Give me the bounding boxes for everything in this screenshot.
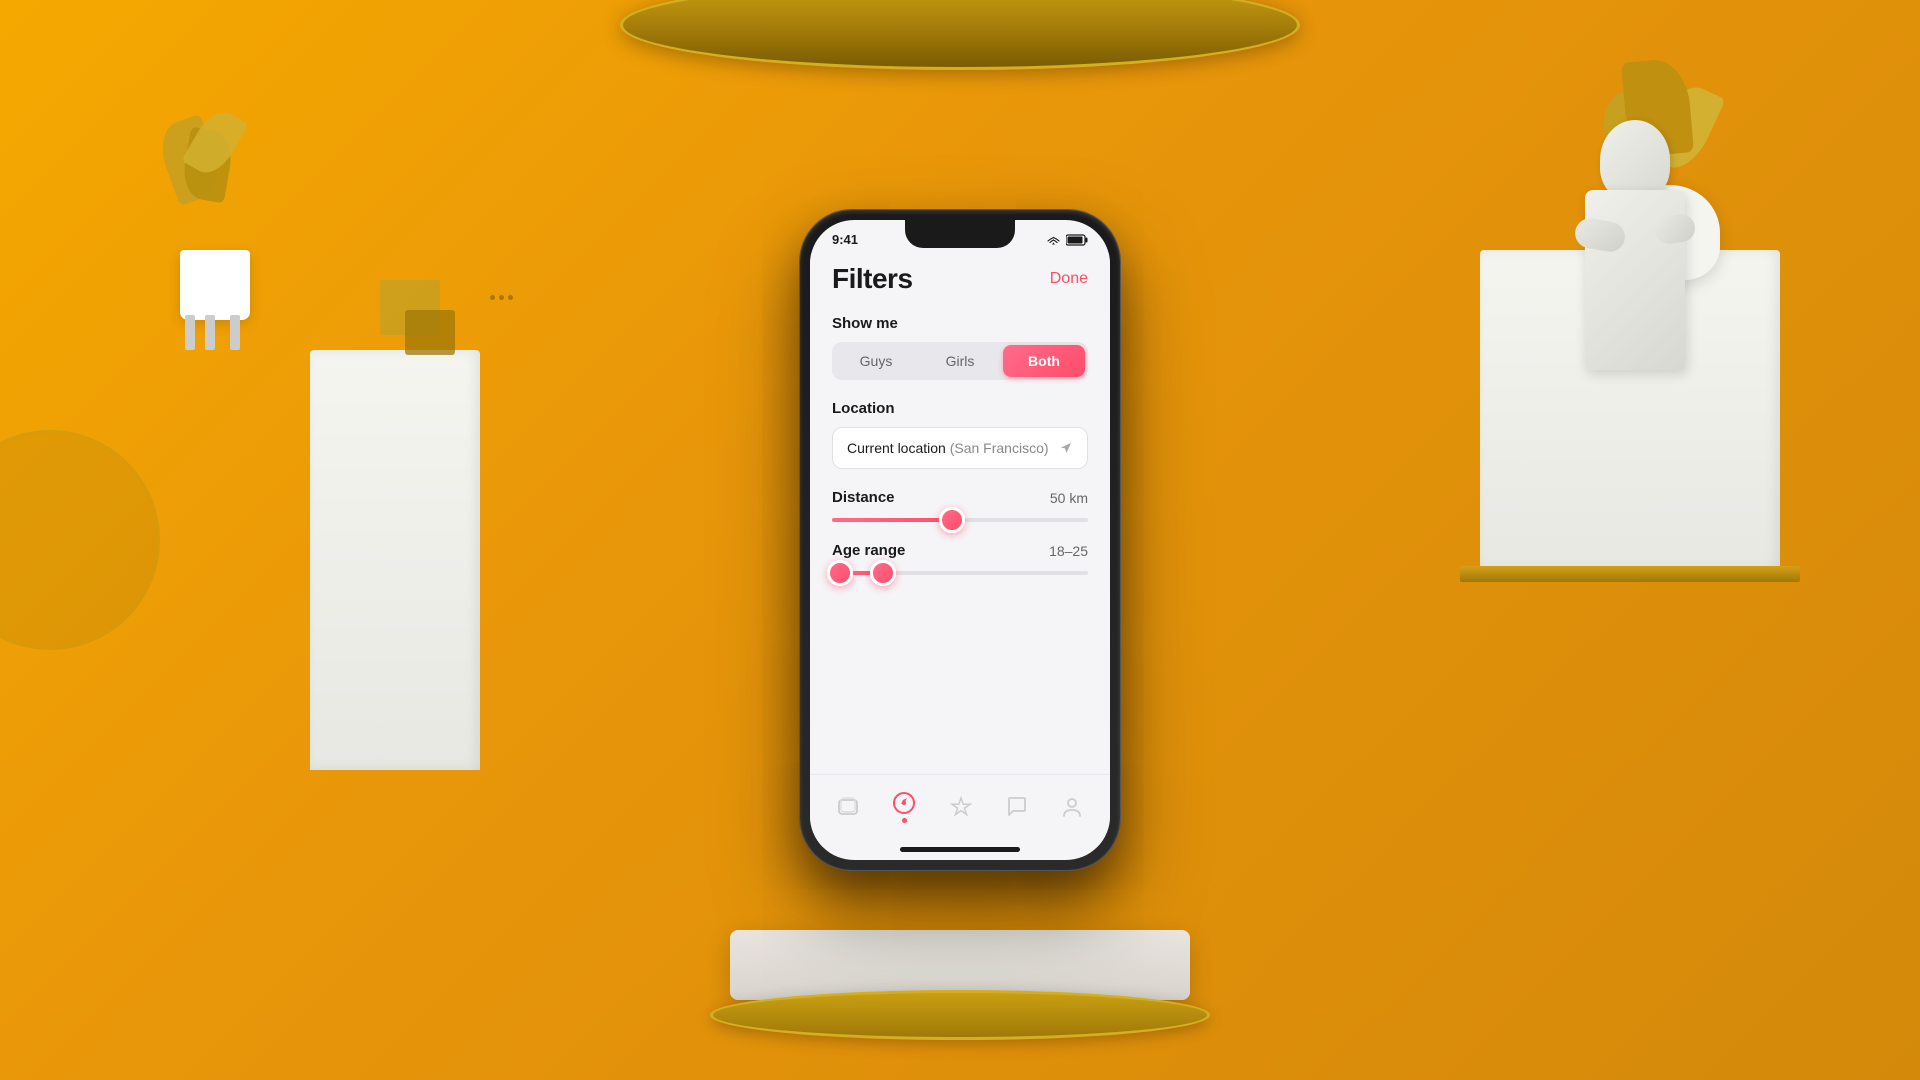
distance-value: 50 km <box>1050 490 1088 506</box>
star-nav-icon <box>950 796 972 818</box>
wifi-icon <box>1046 234 1061 245</box>
location-city: (San Francisco) <box>950 440 1049 456</box>
age-range-label: Age range <box>832 542 905 559</box>
age-range-slider[interactable] <box>832 571 1088 575</box>
age-range-value: 18–25 <box>1049 543 1088 559</box>
location-arrow-icon <box>1059 441 1073 455</box>
page-title: Filters <box>832 263 913 295</box>
person-nav-icon <box>1061 796 1083 818</box>
distance-slider[interactable] <box>832 518 1088 522</box>
age-range-thumb-right[interactable] <box>870 560 896 586</box>
deco-left-plant <box>165 120 265 320</box>
show-me-section: Show me Guys Girls Both <box>832 315 1088 380</box>
phone-screen: 9:41 <box>810 220 1110 860</box>
show-me-label: Show me <box>832 315 1088 332</box>
done-button[interactable]: Done <box>1050 270 1088 288</box>
guys-option[interactable]: Guys <box>835 345 917 377</box>
nav-cards[interactable] <box>825 792 871 822</box>
deco-statue <box>1570 120 1700 450</box>
filters-content: Show me Guys Girls Both Location Current… <box>810 307 1110 774</box>
distance-section: Distance 50 km <box>832 489 1088 522</box>
deco-left-column <box>310 350 480 770</box>
phone-device: 9:41 <box>800 210 1120 870</box>
location-current: Current location <box>847 440 946 456</box>
phone-notch <box>905 220 1015 248</box>
gender-selector: Guys Girls Both <box>832 342 1088 380</box>
both-option[interactable]: Both <box>1003 345 1085 377</box>
status-time: 9:41 <box>832 232 858 247</box>
location-label: Location <box>832 400 1088 417</box>
location-text: Current location (San Francisco) <box>847 440 1051 456</box>
deco-circle-left <box>0 430 160 650</box>
location-input[interactable]: Current location (San Francisco) <box>832 427 1088 469</box>
deco-dots <box>490 295 513 300</box>
bottom-navigation <box>810 774 1110 847</box>
app-header: Filters Done <box>810 253 1110 307</box>
nav-profile[interactable] <box>1049 792 1095 822</box>
chat-nav-icon <box>1006 796 1028 818</box>
age-range-section: Age range 18–25 <box>832 542 1088 575</box>
distance-label: Distance <box>832 489 895 506</box>
home-indicator <box>900 847 1020 852</box>
girls-option[interactable]: Girls <box>919 345 1001 377</box>
screen-content: Filters Done Show me Guys Girls Both <box>810 253 1110 860</box>
status-icons <box>1046 234 1088 246</box>
cards-nav-icon <box>837 796 859 818</box>
age-range-header: Age range 18–25 <box>832 542 1088 559</box>
age-range-thumb-left[interactable] <box>827 560 853 586</box>
deco-ring-bottom <box>710 990 1210 1040</box>
location-section: Location Current location (San Francisco… <box>832 400 1088 469</box>
nav-chat[interactable] <box>994 792 1040 822</box>
nav-discover[interactable] <box>880 787 928 827</box>
nav-discover-dot <box>902 818 907 823</box>
compass-nav-icon <box>892 791 916 815</box>
deco-boxes-left <box>380 280 480 380</box>
deco-right-shelf-edge <box>1460 566 1800 582</box>
distance-header: Distance 50 km <box>832 489 1088 506</box>
nav-favorites[interactable] <box>938 792 984 822</box>
battery-icon <box>1066 234 1088 246</box>
distance-fill <box>832 518 952 522</box>
phone-shell: 9:41 <box>800 210 1120 870</box>
distance-thumb[interactable] <box>939 507 965 533</box>
deco-ring-top <box>620 0 1300 70</box>
